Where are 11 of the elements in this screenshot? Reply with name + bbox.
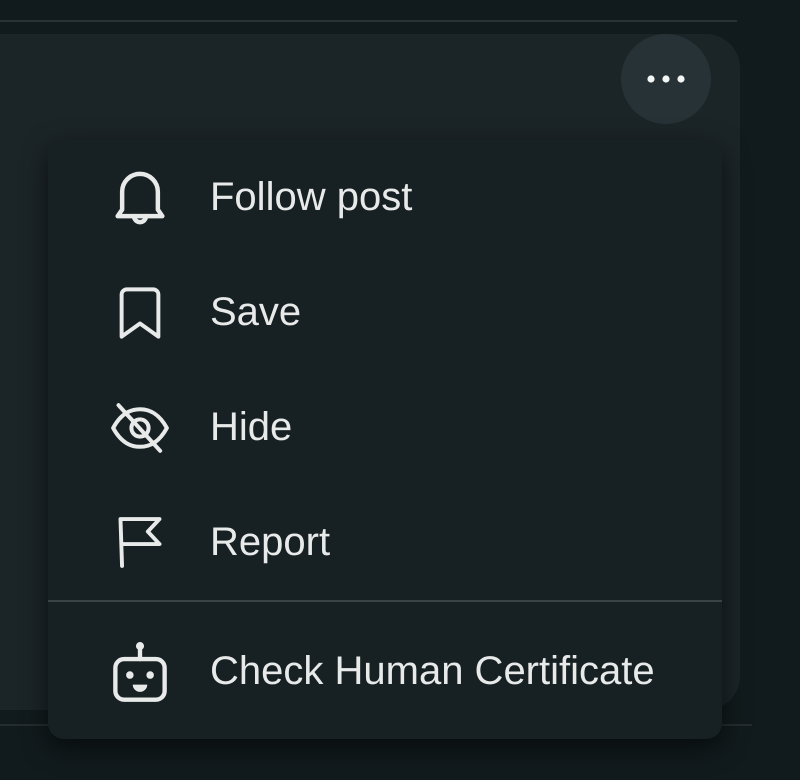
menu-item[interactable]: Check Human Certificate — [48, 614, 722, 729]
menu-item[interactable]: Save — [48, 255, 722, 370]
more-icon — [647, 75, 685, 83]
eye-off-icon — [111, 402, 169, 452]
bell-icon — [115, 170, 165, 224]
flag-icon — [118, 517, 162, 568]
menu-item[interactable]: Follow post — [48, 140, 722, 255]
bookmark-icon — [119, 286, 161, 338]
robot-icon — [113, 642, 167, 702]
menu-item[interactable]: Hide — [48, 370, 722, 485]
menu-item[interactable]: Report — [48, 485, 722, 600]
